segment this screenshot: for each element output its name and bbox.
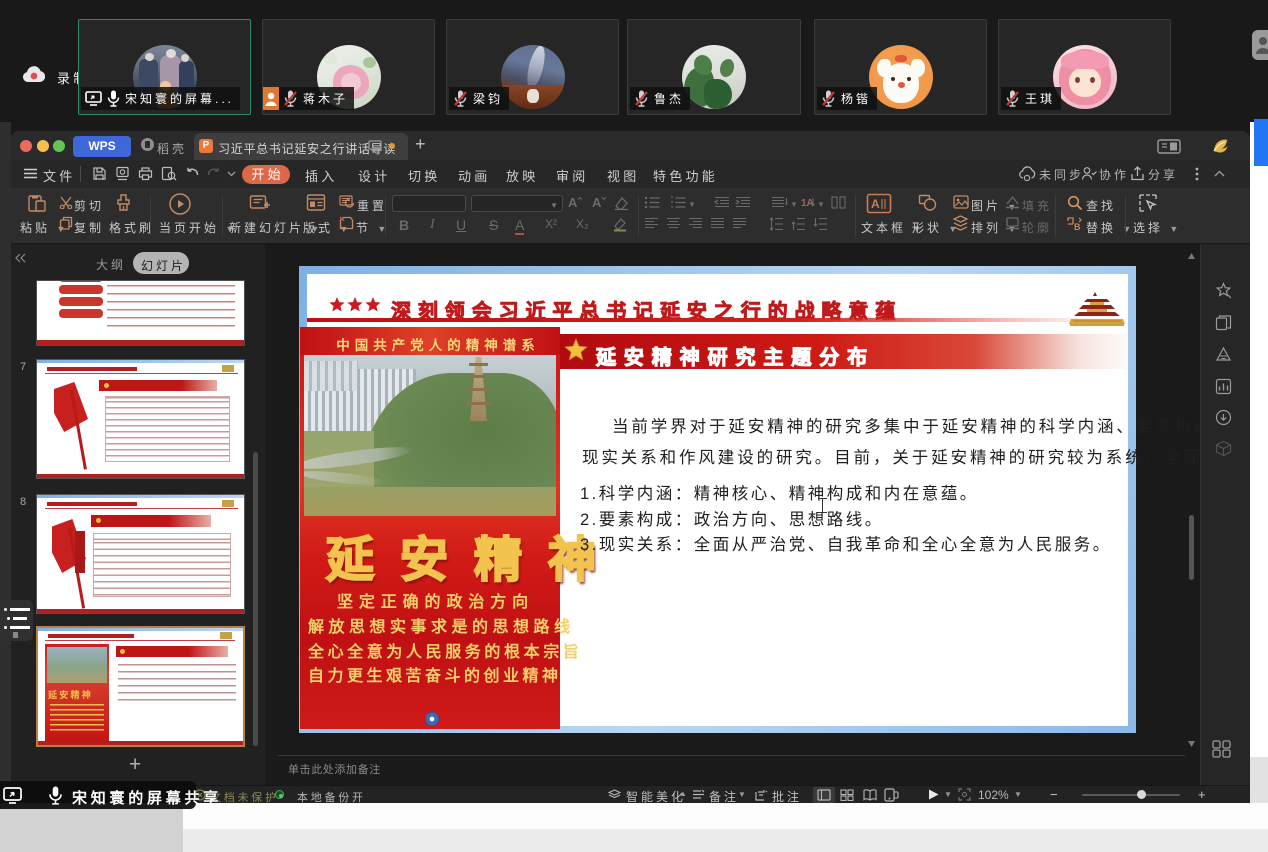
svg-text:A: A (871, 197, 880, 211)
svg-text:B: B (1074, 222, 1081, 231)
svg-text:1A: 1A (801, 198, 814, 209)
